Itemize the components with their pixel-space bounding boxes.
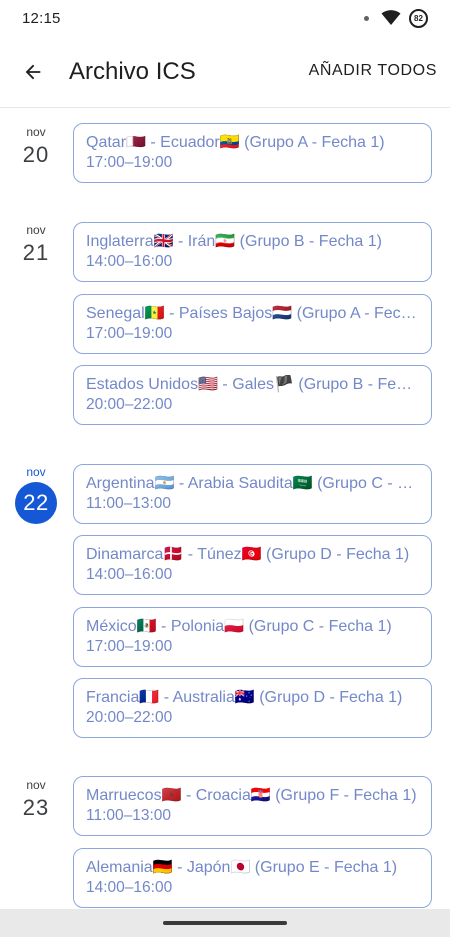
event-title: Estados Unidos🇺🇸 - Gales🏴 (Grupo B - Fec… bbox=[86, 376, 419, 393]
event-card[interactable]: Argentina🇦🇷 - Arabia Saudita🇸🇦 (Grupo C … bbox=[73, 464, 432, 524]
event-time: 14:00–16:00 bbox=[86, 879, 173, 896]
page-title: Archivo ICS bbox=[69, 57, 196, 85]
event-title: Dinamarca🇩🇰 - Túnez🇹🇳 (Grupo D - Fecha 1… bbox=[86, 546, 410, 563]
day-number: 21 bbox=[22, 240, 50, 265]
event-card[interactable]: México🇲🇽 - Polonia🇵🇱 (Grupo C - Fecha 1)… bbox=[73, 607, 432, 667]
event-time: 20:00–22:00 bbox=[86, 396, 173, 413]
back-button[interactable] bbox=[20, 59, 46, 85]
event-title: Argentina🇦🇷 - Arabia Saudita🇸🇦 (Grupo C … bbox=[86, 475, 419, 492]
event-title: Alemania🇩🇪 - Japón🇯🇵 (Grupo E - Fecha 1) bbox=[86, 859, 398, 876]
event-card[interactable]: Qatar🇶🇦 - Ecuador🇪🇨 (Grupo A - Fecha 1) … bbox=[73, 123, 432, 183]
event-title: Qatar🇶🇦 - Ecuador🇪🇨 (Grupo A - Fecha 1) bbox=[86, 134, 385, 151]
app-bar: Archivo ICS AÑADIR TODOS bbox=[0, 36, 450, 108]
event-card[interactable]: Alemania🇩🇪 - Japón🇯🇵 (Grupo E - Fecha 1)… bbox=[73, 848, 432, 908]
event-card[interactable]: Francia🇫🇷 - Australia🇦🇺 (Grupo D - Fecha… bbox=[73, 678, 432, 738]
event-time: 17:00–19:00 bbox=[86, 325, 173, 342]
event-title: Inglaterra🇬🇧 - Irán🇮🇷 (Grupo B - Fecha 1… bbox=[86, 233, 382, 250]
status-icons: 82 bbox=[364, 8, 428, 28]
day-label: nov 23 bbox=[14, 772, 58, 821]
event-title: Marruecos🇲🇦 - Croacia🇭🇷 (Grupo F - Fecha… bbox=[86, 787, 417, 804]
event-card[interactable]: Inglaterra🇬🇧 - Irán🇮🇷 (Grupo B - Fecha 1… bbox=[73, 222, 432, 282]
day-label: nov 21 bbox=[14, 217, 58, 266]
event-title: México🇲🇽 - Polonia🇵🇱 (Grupo C - Fecha 1) bbox=[86, 618, 392, 635]
arrow-back-icon bbox=[25, 64, 41, 79]
event-card[interactable]: Marruecos🇲🇦 - Croacia🇭🇷 (Grupo F - Fecha… bbox=[73, 776, 432, 836]
navigation-bar bbox=[0, 909, 450, 937]
event-card[interactable]: Senegal🇸🇳 - Países Bajos🇳🇱 (Grupo A - Fe… bbox=[73, 294, 432, 354]
day-month: nov bbox=[26, 778, 46, 792]
day-month: nov bbox=[26, 465, 46, 479]
event-time: 14:00–16:00 bbox=[86, 253, 173, 270]
event-title: Francia🇫🇷 - Australia🇦🇺 (Grupo D - Fecha… bbox=[86, 689, 403, 706]
notification-dot-icon bbox=[364, 15, 369, 21]
event-card[interactable]: Estados Unidos🇺🇸 - Gales🏴 (Grupo B - Fec… bbox=[73, 365, 432, 425]
day-label-today[interactable]: nov 22 bbox=[14, 459, 58, 524]
event-time: 11:00–13:00 bbox=[86, 495, 172, 512]
day-number: 23 bbox=[22, 795, 50, 820]
status-bar: 12:15 82 bbox=[0, 0, 450, 36]
event-time: 14:00–16:00 bbox=[86, 566, 173, 583]
event-time: 11:00–13:00 bbox=[86, 807, 172, 824]
add-all-button[interactable]: AÑADIR TODOS bbox=[309, 62, 437, 80]
event-time: 17:00–19:00 bbox=[86, 154, 173, 171]
event-time: 17:00–19:00 bbox=[86, 638, 173, 655]
day-month: nov bbox=[26, 125, 46, 139]
event-card[interactable]: Dinamarca🇩🇰 - Túnez🇹🇳 (Grupo D - Fecha 1… bbox=[73, 535, 432, 595]
day-month: nov bbox=[26, 223, 46, 237]
events-list[interactable]: nov 20 Qatar🇶🇦 - Ecuador🇪🇨 (Grupo A - Fe… bbox=[0, 109, 450, 909]
day-number: 22 bbox=[15, 482, 57, 524]
event-time: 20:00–22:00 bbox=[86, 709, 173, 726]
gesture-handle[interactable] bbox=[163, 921, 287, 925]
day-label: nov 20 bbox=[14, 119, 58, 168]
event-title: Senegal🇸🇳 - Países Bajos🇳🇱 (Grupo A - Fe… bbox=[86, 305, 419, 322]
status-time: 12:15 bbox=[22, 9, 61, 27]
battery-icon: 82 bbox=[409, 8, 428, 28]
wifi-icon bbox=[381, 10, 401, 25]
day-number: 20 bbox=[22, 142, 50, 167]
